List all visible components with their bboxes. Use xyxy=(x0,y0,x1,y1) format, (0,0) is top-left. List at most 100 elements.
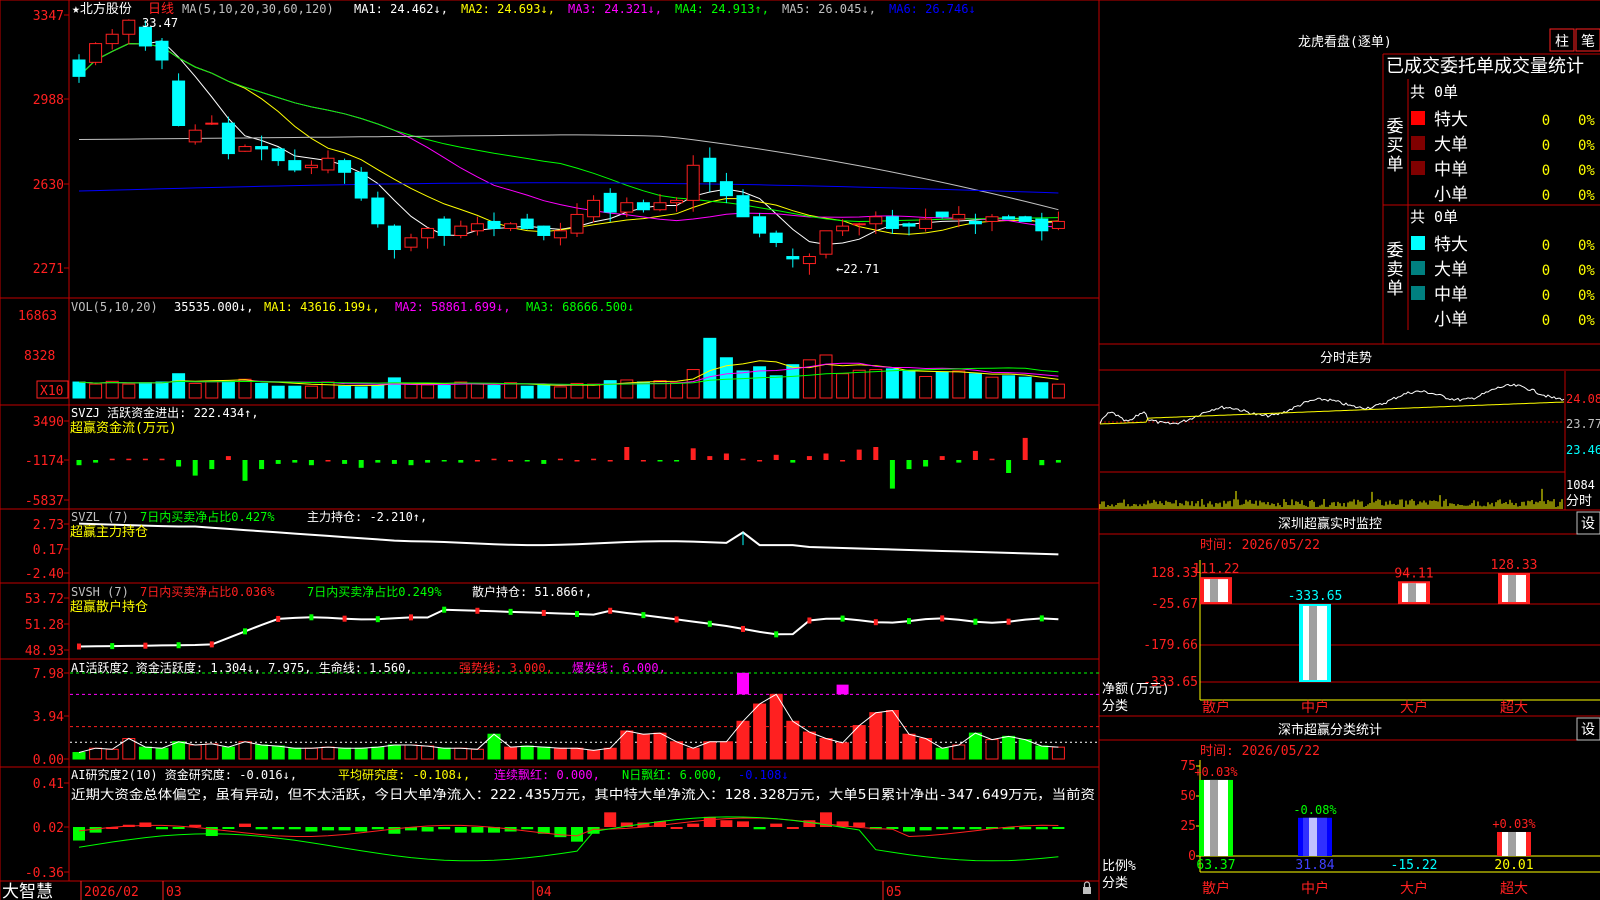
volume-bar-18 xyxy=(371,385,385,399)
scls-settings-button[interactable]: 设 xyxy=(1576,717,1600,741)
svsh-mark-46 xyxy=(840,615,845,622)
bar-mode-button[interactable]: 柱 xyxy=(1549,28,1575,52)
svzj-bar-57 xyxy=(1022,437,1028,460)
volume-panel[interactable]: VOL(5,10,20) 35535.000↓, MA1: 43616.199↓… xyxy=(18,300,1065,399)
candle-body-16 xyxy=(338,160,352,173)
svsh-mark-38 xyxy=(707,620,712,627)
volume-bar-24 xyxy=(470,382,484,399)
ai-research-panel[interactable]: AI研究度2(10) 资金研究度: -0.016↓, 平均研究度: -0.108… xyxy=(71,767,1095,862)
ai1-bar-31 xyxy=(587,749,601,760)
svsh-line xyxy=(77,606,1059,650)
ma3-value: MA3: 24.321↓, xyxy=(568,2,662,16)
date-label-1: 2026/02 xyxy=(84,885,139,900)
svsh-sub: 超赢散户持仓 xyxy=(70,599,148,615)
ma-label: MA(5,10,20,30,60,120) xyxy=(182,2,334,16)
ai1-bar-9 xyxy=(221,746,235,760)
sz-cat-3: 超大 xyxy=(1500,700,1528,716)
svzl-panel[interactable]: SVZL (7) 7日内买卖净占比0.427% 主力持仓: -2.210↑, 超… xyxy=(70,509,1059,556)
candle-body-17 xyxy=(354,171,368,199)
candle-body-4 xyxy=(138,26,152,47)
buy-color-1 xyxy=(1411,136,1425,150)
svsh-mark-30 xyxy=(575,611,579,618)
svsh-mark-22 xyxy=(442,606,447,613)
ai2-bar-59 xyxy=(1052,827,1065,829)
candle-body-54 xyxy=(968,220,982,225)
svzl-line xyxy=(78,522,1059,556)
ma6-line xyxy=(78,182,1059,194)
volume-bar-39 xyxy=(719,357,733,399)
svzj-bar-45 xyxy=(823,453,829,460)
svsh-mark-34 xyxy=(641,612,646,619)
ai2-description: 近期大资金总体偏空，虽有异动，但不太活跃，今日大单净流入：222.435万元，其… xyxy=(71,787,1095,803)
buy-total: 共 0单 xyxy=(1410,83,1458,101)
candle-body-40 xyxy=(736,195,750,218)
sz-bar-shade-2 xyxy=(1408,583,1416,602)
svsh-mark-44 xyxy=(807,617,812,624)
svsh-panel[interactable]: SVSH (7) 7日内买卖净占比0.036% 7日内买卖净占比0.249% 散… xyxy=(70,584,1059,650)
ai1-bar-23 xyxy=(454,747,468,760)
ai2-bar-29 xyxy=(554,827,567,838)
ai1-bar-42 xyxy=(769,693,783,760)
bar-mode-label: 柱 xyxy=(1555,34,1569,50)
candle-body-44 xyxy=(802,256,816,265)
ai1-bar-11 xyxy=(255,744,269,760)
sz-tick-0: 128.33 xyxy=(1151,566,1198,581)
ai1-bar-20 xyxy=(404,744,418,760)
market-class-panel[interactable]: 深市超赢分类统计 设 时间: 2026/05/22 7550250+0.03%6… xyxy=(1102,717,1600,897)
ai1-bar-41 xyxy=(753,703,767,760)
ai2-bar-11 xyxy=(255,827,268,830)
volume-bar-13 xyxy=(288,385,302,399)
period-label[interactable]: 日线 xyxy=(148,2,174,17)
candle-body-43 xyxy=(786,256,800,260)
volume-bar-47 xyxy=(852,369,866,399)
candle-body-55 xyxy=(985,216,999,222)
ma1-value: MA1: 24.462↓, xyxy=(354,2,448,16)
sell-row-pct-0: 0% xyxy=(1578,238,1595,254)
sell-row-pct-2: 0% xyxy=(1578,288,1595,304)
low-price-marker: ←22.71 xyxy=(836,262,879,276)
volume-bar-6 xyxy=(172,373,186,399)
ai1-bar-8 xyxy=(205,743,219,760)
sz-bar-1 xyxy=(1299,604,1331,682)
main-kline-panel[interactable]: ★北方股份 日线 MA(5,10,20,30,60,120) MA1: 24.4… xyxy=(72,1,1065,276)
sz-monitor-panel[interactable]: 深圳超赢实时监控 设 时间: 2026/05/22 128.33 -25.67 -1… xyxy=(1102,511,1600,716)
svzj-bar-19 xyxy=(391,460,397,464)
svzj-bar-6 xyxy=(176,460,182,467)
volume-bar-48 xyxy=(869,369,883,399)
ai2-tick-1: 0.02 xyxy=(33,821,64,836)
ai1-bar-19 xyxy=(387,744,401,760)
svzj-bar-20 xyxy=(408,460,414,466)
ai1-bar-52 xyxy=(935,747,949,760)
ai2-nred: N日飘红: 6.000, xyxy=(622,767,723,782)
svzj-panel[interactable]: SVZJ 活跃资金进出: 222.434↑, 超赢资金流(万元) xyxy=(70,405,1061,489)
ai2-bar-0 xyxy=(73,827,85,841)
ai2-bar-43 xyxy=(786,827,799,829)
stock-title[interactable]: ★北方股份 xyxy=(72,1,132,17)
svsh-mark-56 xyxy=(1006,618,1011,625)
scls-title: 深市超赢分类统计 xyxy=(1278,722,1382,738)
sz-bar-3 xyxy=(1498,573,1530,604)
ai1-bar-48 xyxy=(869,712,883,760)
ai1-bar-37 xyxy=(686,747,700,760)
ai1-bar-46 xyxy=(836,742,850,760)
svzj-bar-24 xyxy=(474,460,480,462)
ai1-bar-10 xyxy=(238,741,252,760)
svzj-tick-2: -5837 xyxy=(25,494,64,509)
buy-row-name-3: 小单 xyxy=(1434,185,1468,205)
vol-value: 35535.000↓, xyxy=(174,300,253,314)
lock-icon[interactable] xyxy=(1083,881,1091,894)
panel-borders: 3347 2988 2630 2271 3490 -1174 -5837 2.73 0.17 -2… xyxy=(0,0,1600,900)
stat-tab[interactable]: 已成交委托单成交量统计 xyxy=(1386,56,1584,77)
buy-label-char-1: 买 xyxy=(1387,136,1404,156)
svsh-polyline xyxy=(78,608,1059,648)
svzj-bar-5 xyxy=(159,458,165,461)
tick-mode-button[interactable]: 笔 xyxy=(1575,28,1600,52)
candlesticks[interactable] xyxy=(72,19,1065,275)
candle-body-31 xyxy=(587,199,601,218)
dragon-tiger-panel[interactable]: 龙虎看盘(逐单) 柱 笔 已成交委托单成交量统计 共 0单共 0单委买单委卖单特… xyxy=(1298,28,1600,330)
ai-activity-panel[interactable]: AI活跃度2 资金活跃度: 1.304↓, 7.975, 生命线: 1.560,… xyxy=(70,660,1099,760)
intraday-panel[interactable]: 分时走势 24.08 23.77 23.46 1084 分时 xyxy=(1099,350,1600,510)
svzj-bar-16 xyxy=(342,460,348,464)
candle-body-3 xyxy=(122,19,136,35)
sz-settings-button[interactable]: 设 xyxy=(1576,511,1600,535)
